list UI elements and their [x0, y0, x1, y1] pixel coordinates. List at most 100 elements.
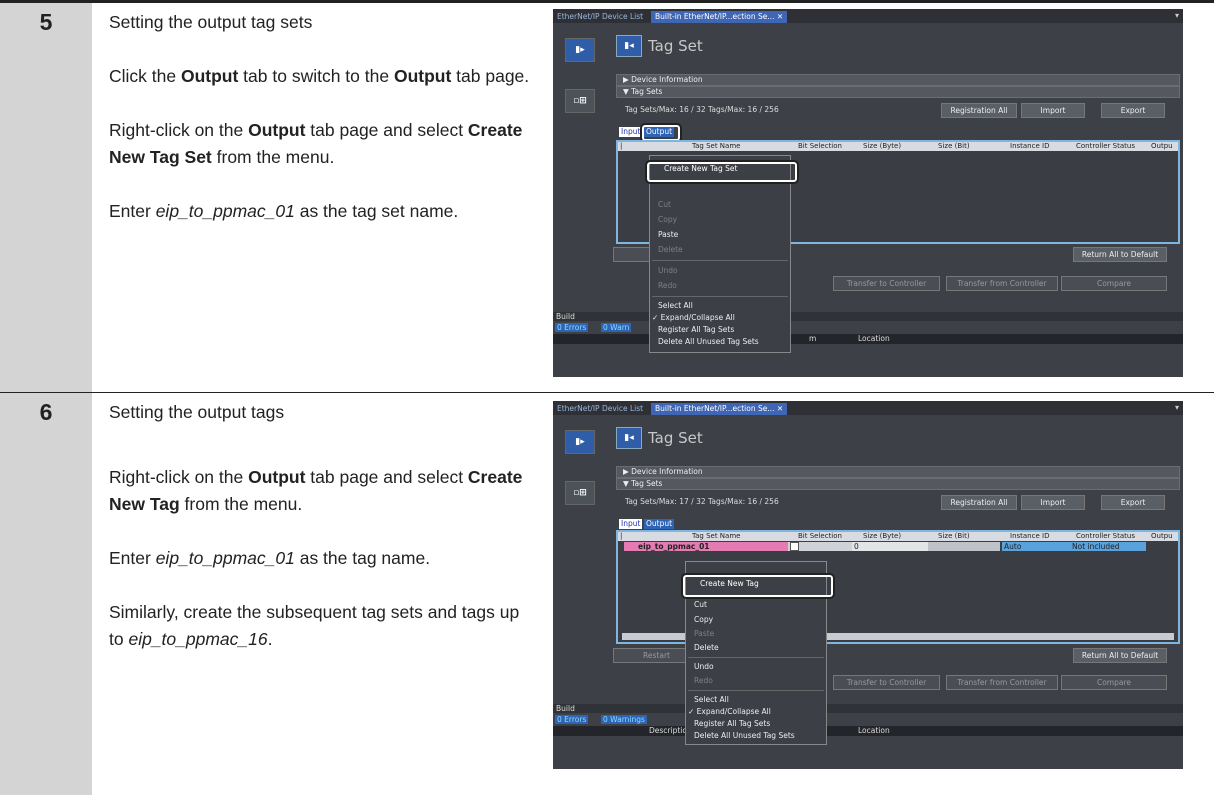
document-tab-bar: EtherNet/IP Device List Built-in EtherNe… — [553, 401, 1183, 415]
col-location[interactable]: Location — [858, 726, 890, 736]
menu-item-delete[interactable]: Delete — [694, 643, 719, 652]
step-heading: Setting the output tag sets — [109, 12, 313, 32]
menu-item-expand-collapse-all[interactable]: ✓ Expand/Collapse All — [652, 313, 735, 322]
tag-sets-section[interactable]: ▼ Tag Sets — [616, 478, 1180, 490]
cell-size-byte[interactable]: 0 — [852, 542, 928, 551]
tab-device-list[interactable]: EtherNet/IP Device List — [553, 403, 647, 415]
col-controller-status[interactable]: Controller Status — [1076, 532, 1135, 541]
transfer-from-controller-button[interactable]: Transfer from Controller — [946, 675, 1058, 690]
col-tag-set-name[interactable]: Tag Set Name — [692, 142, 740, 151]
menu-item-paste[interactable]: Paste — [694, 629, 714, 638]
compare-button[interactable]: Compare — [1061, 675, 1167, 690]
menu-item-cut[interactable]: Cut — [694, 600, 707, 609]
menu-item-delete[interactable]: Delete — [658, 245, 683, 254]
menu-item-delete-unused-tag-sets[interactable]: Delete All Unused Tag Sets — [658, 337, 759, 346]
step-paragraph: Enter eip_to_ppmac_01 as the tag name. — [109, 548, 431, 568]
transfer-to-controller-button[interactable]: Transfer to Controller — [833, 675, 940, 690]
tag-set-view-icon[interactable]: ▮▸ — [565, 430, 595, 454]
chevron-down-icon[interactable]: ▾ — [1175, 403, 1179, 412]
build-panel-header: Build — [553, 704, 1183, 713]
import-button[interactable]: Import — [1021, 103, 1085, 118]
errors-filter[interactable]: 0 Errors — [555, 715, 589, 724]
tab-device-list[interactable]: EtherNet/IP Device List — [553, 11, 647, 23]
step-paragraph: Enter eip_to_ppmac_01 as the tag set nam… — [109, 201, 459, 221]
menu-item-expand-collapse-all[interactable]: ✓ Expand/Collapse All — [688, 707, 771, 716]
export-button[interactable]: Export — [1101, 495, 1165, 510]
menu-item-redo[interactable]: Redo — [694, 676, 713, 685]
tag-counts: Tag Sets/Max: 16 / 32 Tags/Max: 16 / 256 — [625, 105, 779, 114]
tab-output[interactable]: Output — [644, 519, 675, 529]
cell-tag-set-name[interactable]: eip_to_ppmac_01 — [624, 542, 788, 551]
registration-all-button[interactable]: Registration All — [941, 495, 1017, 510]
menu-item-paste[interactable]: Paste — [658, 230, 678, 239]
transfer-to-controller-button[interactable]: Transfer to Controller — [833, 276, 940, 291]
menu-item-register-all-tag-sets[interactable]: Register All Tag Sets — [694, 719, 770, 728]
col-location[interactable]: Location — [858, 334, 890, 344]
tag-sets-section[interactable]: ▼ Tag Sets — [616, 86, 1180, 98]
connection-view-icon[interactable]: ▫⊞ — [565, 89, 595, 113]
menu-item-select-all[interactable]: Select All — [694, 695, 729, 704]
registration-all-button[interactable]: Registration All — [941, 103, 1017, 118]
build-panel-header: Build — [553, 312, 1183, 321]
menu-item-delete-unused-tag-sets[interactable]: Delete All Unused Tag Sets — [694, 731, 795, 740]
connection-view-icon[interactable]: ▫⊞ — [565, 481, 595, 505]
highlight-create-new-tag — [681, 573, 835, 599]
warnings-filter[interactable]: 0 Warn — [601, 323, 632, 332]
import-button[interactable]: Import — [1021, 495, 1085, 510]
export-button[interactable]: Export — [1101, 103, 1165, 118]
step-number-cell: 5 — [0, 3, 92, 392]
menu-separator — [688, 657, 824, 658]
col-size-bit[interactable]: Size (Bit) — [938, 532, 970, 541]
col-controller-status[interactable]: Controller Status — [1076, 142, 1135, 151]
return-all-to-default-button[interactable]: Return All to Default — [1073, 648, 1167, 663]
col-tag-set-name[interactable]: Tag Set Name — [692, 532, 740, 541]
col-output[interactable]: Outpu — [1151, 142, 1173, 151]
page-title: Tag Set — [648, 37, 703, 55]
device-information-section[interactable]: ▶ Device Information — [616, 466, 1180, 478]
menu-item-undo[interactable]: Undo — [694, 662, 714, 671]
menu-item-undo[interactable]: Undo — [658, 266, 678, 275]
menu-item-select-all[interactable]: Select All — [658, 301, 693, 310]
checkbox[interactable] — [790, 542, 799, 551]
cell-size-bit[interactable] — [928, 542, 1000, 551]
step-paragraph: Click the Output tab to switch to the Ou… — [109, 66, 530, 86]
highlight-create-new-tag-set — [645, 160, 799, 184]
compare-button[interactable]: Compare — [1061, 276, 1167, 291]
step-heading: Setting the output tags — [109, 402, 285, 422]
col-description[interactable]: Descriptio — [649, 726, 687, 736]
tab-input[interactable]: Input — [619, 519, 643, 529]
tab-connection-settings[interactable]: Built-in EtherNet/IP...ection Se... ✕ — [651, 11, 788, 23]
chevron-down-icon[interactable]: ▾ — [1175, 11, 1179, 20]
col-instance-id[interactable]: Instance ID — [1010, 532, 1049, 541]
return-all-to-default-button[interactable]: Return All to Default — [1073, 247, 1167, 262]
menu-item-copy[interactable]: Copy — [658, 215, 677, 224]
menu-item-copy[interactable]: Copy — [694, 615, 713, 624]
warnings-filter[interactable]: 0 Warnings — [601, 715, 647, 724]
grid-header: | Tag Set Name Bit Selection Size (Byte)… — [618, 532, 1178, 541]
page-title: Tag Set — [648, 429, 703, 447]
cell-controller-status[interactable]: Not included — [1070, 542, 1146, 551]
col-bit-selection[interactable]: Bit Selection — [798, 532, 842, 541]
tag-set-view-icon[interactable]: ▮▸ — [565, 38, 595, 62]
col-size-bit[interactable]: Size (Bit) — [938, 142, 970, 151]
col-program[interactable]: m — [809, 334, 816, 344]
menu-item-register-all-tag-sets[interactable]: Register All Tag Sets — [658, 325, 734, 334]
menu-item-cut[interactable]: Cut — [658, 200, 671, 209]
transfer-from-controller-button[interactable]: Transfer from Controller — [946, 276, 1058, 291]
cell-bit-selection[interactable] — [788, 542, 852, 551]
step-paragraph: Right-click on the Output tab page and s… — [109, 120, 523, 167]
build-columns: D m Location — [553, 334, 1183, 344]
cell-instance-id[interactable]: Auto — [1002, 542, 1070, 551]
tab-connection-settings[interactable]: Built-in EtherNet/IP...ection Se... ✕ — [651, 403, 788, 415]
tag-counts: Tag Sets/Max: 17 / 32 Tags/Max: 16 / 256 — [625, 497, 779, 506]
device-information-section[interactable]: ▶ Device Information — [616, 74, 1180, 86]
col-instance-id[interactable]: Instance ID — [1010, 142, 1049, 151]
table-row[interactable]: eip_to_ppmac_01 0 Auto Not included — [618, 542, 1178, 552]
menu-item-redo[interactable]: Redo — [658, 281, 677, 290]
tab-input[interactable]: Input — [619, 127, 643, 137]
col-output[interactable]: Outpu — [1151, 532, 1173, 541]
col-size-byte[interactable]: Size (Byte) — [863, 532, 901, 541]
errors-filter[interactable]: 0 Errors — [555, 323, 589, 332]
col-bit-selection[interactable]: Bit Selection — [798, 142, 842, 151]
col-size-byte[interactable]: Size (Byte) — [863, 142, 901, 151]
